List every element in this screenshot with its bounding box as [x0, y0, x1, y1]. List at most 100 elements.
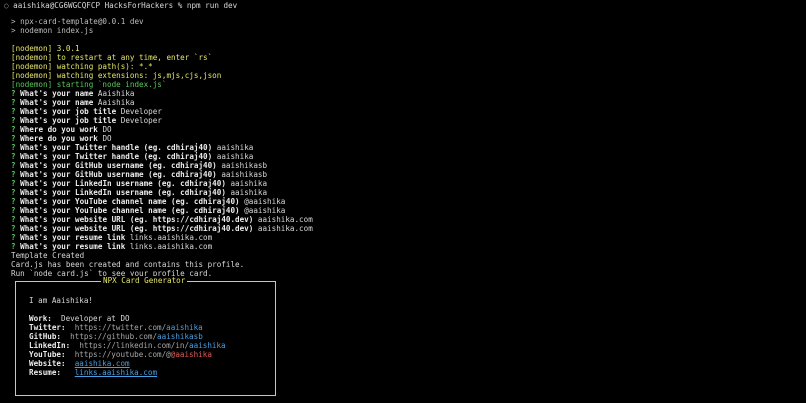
card-twitter-user: aaishika	[166, 323, 203, 332]
question-mark-icon: ?	[11, 188, 21, 197]
answer-text: links.aaishika.com	[129, 233, 213, 242]
nodemon-version: [nodemon] 3.0.1	[11, 44, 80, 53]
question-text: What's your job title	[20, 107, 117, 116]
answer-text: DO	[102, 134, 112, 143]
answer-text: aaishika	[216, 143, 254, 152]
prompt-answer-line: ? What's your GitHub username (eg. cdhir…	[11, 170, 267, 179]
card-github-url-prefix: https://github.com/	[70, 332, 158, 341]
question-mark-icon: ?	[11, 116, 21, 125]
prompt-answer-line: ? What's your name Aaishika	[11, 89, 134, 98]
question-mark-icon: ?	[11, 89, 21, 98]
card-linkedin-url[interactable]: https://linkedin.com/in/aaishika	[79, 341, 225, 350]
card-linkedin-user: aaishika	[189, 341, 226, 350]
question-text: What's your LinkedIn username (eg. cdhir…	[20, 179, 226, 188]
answer-text: @aaishika	[244, 206, 286, 215]
card-youtube-label: YouTube:	[29, 350, 66, 359]
prompt-answer-line: ? What's your Twitter handle (eg. cdhira…	[11, 152, 253, 161]
question-mark-icon: ?	[11, 98, 21, 107]
nodemon-watching-extensions: [nodemon] watching extensions: js,mjs,cj…	[11, 71, 222, 80]
question-mark-icon: ?	[11, 134, 21, 143]
card-resume-label: Resume:	[29, 368, 62, 377]
npm-output-line: > npx-card-template@0.0.1 dev	[11, 17, 144, 26]
card-twitter-url[interactable]: https://twitter.com/aaishika	[75, 323, 203, 332]
question-mark-icon: ?	[11, 215, 21, 224]
card-youtube-user: @aaishika	[170, 350, 212, 359]
answer-text: DO	[102, 125, 112, 134]
card-website-row: Website: aaishika.com	[29, 359, 130, 368]
card-github-label: GitHub:	[29, 332, 62, 341]
template-created-message: Template Created	[11, 251, 85, 260]
card-work-row: Work: Developer at DO	[29, 314, 130, 323]
prompt-answer-line: ? Where do you work DO	[11, 125, 112, 134]
card-twitter-url-prefix: https://twitter.com/	[74, 323, 167, 332]
prompt-answer-line: ? What's your YouTube channel name (eg. …	[11, 206, 285, 215]
answer-text: aaishikasb	[221, 170, 268, 179]
question-mark-icon: ?	[11, 125, 21, 134]
question-text: What's your website URL (eg. https://cdh…	[20, 215, 254, 224]
prompt-answer-line: ? What's your LinkedIn username (eg. cdh…	[11, 188, 267, 197]
question-mark-icon: ?	[11, 143, 21, 152]
question-mark-icon: ?	[11, 179, 21, 188]
npm-output-line: > nodemon index.js	[11, 26, 94, 35]
card-website-label: Website:	[29, 359, 66, 368]
answer-text: aaishika	[230, 188, 268, 197]
question-mark-icon: ?	[11, 161, 21, 170]
card-created-message: Card.js has been created and contains th…	[11, 260, 245, 269]
prompt-answer-line: ? What's your job title Developer	[11, 116, 162, 125]
question-text: Where do you work	[20, 125, 98, 134]
question-text: What's your LinkedIn username (eg. cdhir…	[20, 188, 226, 197]
question-mark-icon: ?	[11, 224, 21, 233]
question-mark-icon: ?	[11, 197, 21, 206]
card-title: NPX Card Generator	[101, 276, 188, 285]
prompt-answer-line: ? What's your GitHub username (eg. cdhir…	[11, 161, 267, 170]
nodemon-watching-paths: [nodemon] watching path(s): *.*	[11, 62, 153, 71]
prompt-answer-line: ? What's your resume link links.aaishika…	[11, 242, 212, 251]
card-website-link[interactable]: aaishika.com	[75, 359, 130, 368]
profile-card: NPX Card Generator I am Aaishika! Work: …	[15, 276, 276, 396]
question-text: What's your GitHub username (eg. cdhiraj…	[20, 170, 217, 179]
question-text: What's your GitHub username (eg. cdhiraj…	[20, 161, 217, 170]
card-linkedin-row: LinkedIn: https://linkedin.com/in/aaishi…	[29, 341, 226, 350]
card-github-user: aaishikasb	[157, 332, 203, 341]
question-text: What's your name	[20, 89, 94, 98]
answer-text: Aaishika	[97, 89, 135, 98]
question-text: What's your website URL (eg. https://cdh…	[20, 224, 254, 233]
prompt-answer-line: ? What's your job title Developer	[11, 107, 162, 116]
card-github-url[interactable]: https://github.com/aaishikasb	[70, 332, 203, 341]
prompt-answer-line: ? What's your website URL (eg. https://c…	[11, 215, 313, 224]
card-linkedin-url-prefix: https://linkedin.com/in/	[79, 341, 190, 350]
prompt-answer-line: ? Where do you work DO	[11, 134, 112, 143]
card-resume-row: Resume: links.aaishika.com	[29, 368, 157, 377]
question-text: Where do you work	[20, 134, 98, 143]
question-text: What's your job title	[20, 116, 117, 125]
question-mark-icon: ?	[11, 242, 21, 251]
card-work-value: Developer at DO	[61, 314, 130, 323]
question-text: What's your Twitter handle (eg. cdhiraj4…	[20, 143, 213, 152]
answer-text: aaishika	[230, 179, 268, 188]
answer-text: Developer	[120, 116, 162, 125]
question-text: What's your Twitter handle (eg. cdhiraj4…	[20, 152, 213, 161]
card-twitter-row: Twitter: https://twitter.com/aaishika	[29, 323, 203, 332]
terminal-window[interactable]: ○ aaishika@CG6WGCQFCP HacksForHackers % …	[0, 0, 806, 403]
answer-text: Aaishika	[97, 98, 135, 107]
question-text: What's your YouTube channel name (eg. cd…	[20, 197, 240, 206]
answer-text: links.aaishika.com	[129, 242, 213, 251]
prompt-answer-line: ? What's your name Aaishika	[11, 98, 134, 107]
answer-text: aaishika	[216, 152, 254, 161]
prompt-answer-line: ? What's your Twitter handle (eg. cdhira…	[11, 143, 253, 152]
card-resume-link[interactable]: links.aaishika.com	[75, 368, 157, 377]
answer-text: aaishika.com	[257, 215, 313, 224]
question-text: What's your name	[20, 98, 94, 107]
card-github-row: GitHub: https://github.com/aaishikasb	[29, 332, 203, 341]
question-mark-icon: ?	[11, 107, 21, 116]
card-youtube-row: YouTube: https://youtube.com/@@aaishika	[29, 350, 212, 359]
shell-prompt: ○ aaishika@CG6WGCQFCP HacksForHackers % …	[4, 1, 237, 10]
card-greeting: I am Aaishika!	[29, 296, 94, 305]
nodemon-restart-hint: [nodemon] to restart at any time, enter …	[11, 53, 213, 62]
card-youtube-url-prefix: https://youtube.com/@	[74, 350, 171, 359]
answer-text: @aaishika	[244, 197, 286, 206]
card-linkedin-label: LinkedIn:	[29, 341, 71, 350]
card-twitter-label: Twitter:	[29, 323, 66, 332]
question-mark-icon: ?	[11, 233, 21, 242]
card-youtube-url[interactable]: https://youtube.com/@@aaishika	[75, 350, 212, 359]
